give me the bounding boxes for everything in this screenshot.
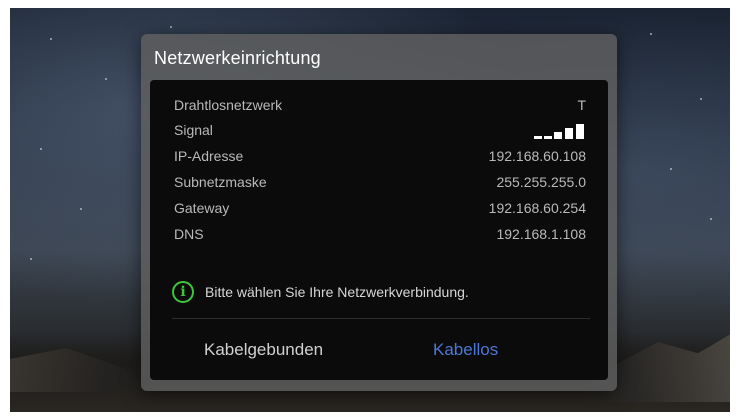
left-shore — [10, 348, 150, 392]
ip-address-value: 192.168.60.108 — [488, 148, 586, 164]
subnet-mask-label: Subnetzmaske — [174, 174, 267, 190]
signal-bar-2 — [544, 136, 552, 139]
signal-bar-3 — [554, 132, 562, 139]
row-gateway: Gateway 192.168.60.254 — [174, 200, 586, 222]
ip-address-label: IP-Adresse — [174, 148, 244, 164]
wireless-network-label: Drahtlosnetzwerk — [174, 97, 283, 113]
dialog-title: Netzwerkeinrichtung — [154, 48, 321, 68]
divider — [172, 318, 590, 319]
dns-value: 192.168.1.108 — [496, 226, 586, 242]
notice-text: Bitte wählen Sie Ihre Netzwerkverbindung… — [205, 284, 469, 300]
network-setup-dialog: Netzwerkeinrichtung Drahtlosnetzwerk T S… — [141, 34, 617, 391]
row-signal: Signal — [174, 122, 586, 144]
subnet-mask-value: 255.255.255.0 — [496, 174, 586, 190]
wired-connection-button[interactable]: Kabelgebunden — [204, 340, 323, 360]
wireless-connection-button[interactable]: Kabellos — [433, 340, 498, 360]
gateway-label: Gateway — [174, 200, 230, 216]
row-subnet-mask: Subnetzmaske 255.255.255.0 — [174, 174, 586, 196]
info-icon: i — [172, 281, 194, 303]
signal-bar-1 — [534, 136, 542, 139]
row-dns: DNS 192.168.1.108 — [174, 226, 586, 248]
signal-bar-5 — [576, 124, 584, 139]
network-notice: i Bitte wählen Sie Ihre Netzwerkverbindu… — [172, 281, 592, 307]
wireless-network-value: T — [577, 97, 586, 113]
network-info-panel: Drahtlosnetzwerk T Signal IP-Adresse 192… — [150, 80, 608, 380]
signal-strength-icon — [534, 123, 586, 139]
signal-bar-4 — [565, 128, 573, 139]
row-ip-address: IP-Adresse 192.168.60.108 — [174, 148, 586, 170]
row-wireless-network: Drahtlosnetzwerk T — [174, 97, 586, 119]
signal-label: Signal — [174, 122, 213, 138]
gateway-value: 192.168.60.254 — [488, 200, 586, 216]
dns-label: DNS — [174, 226, 204, 242]
